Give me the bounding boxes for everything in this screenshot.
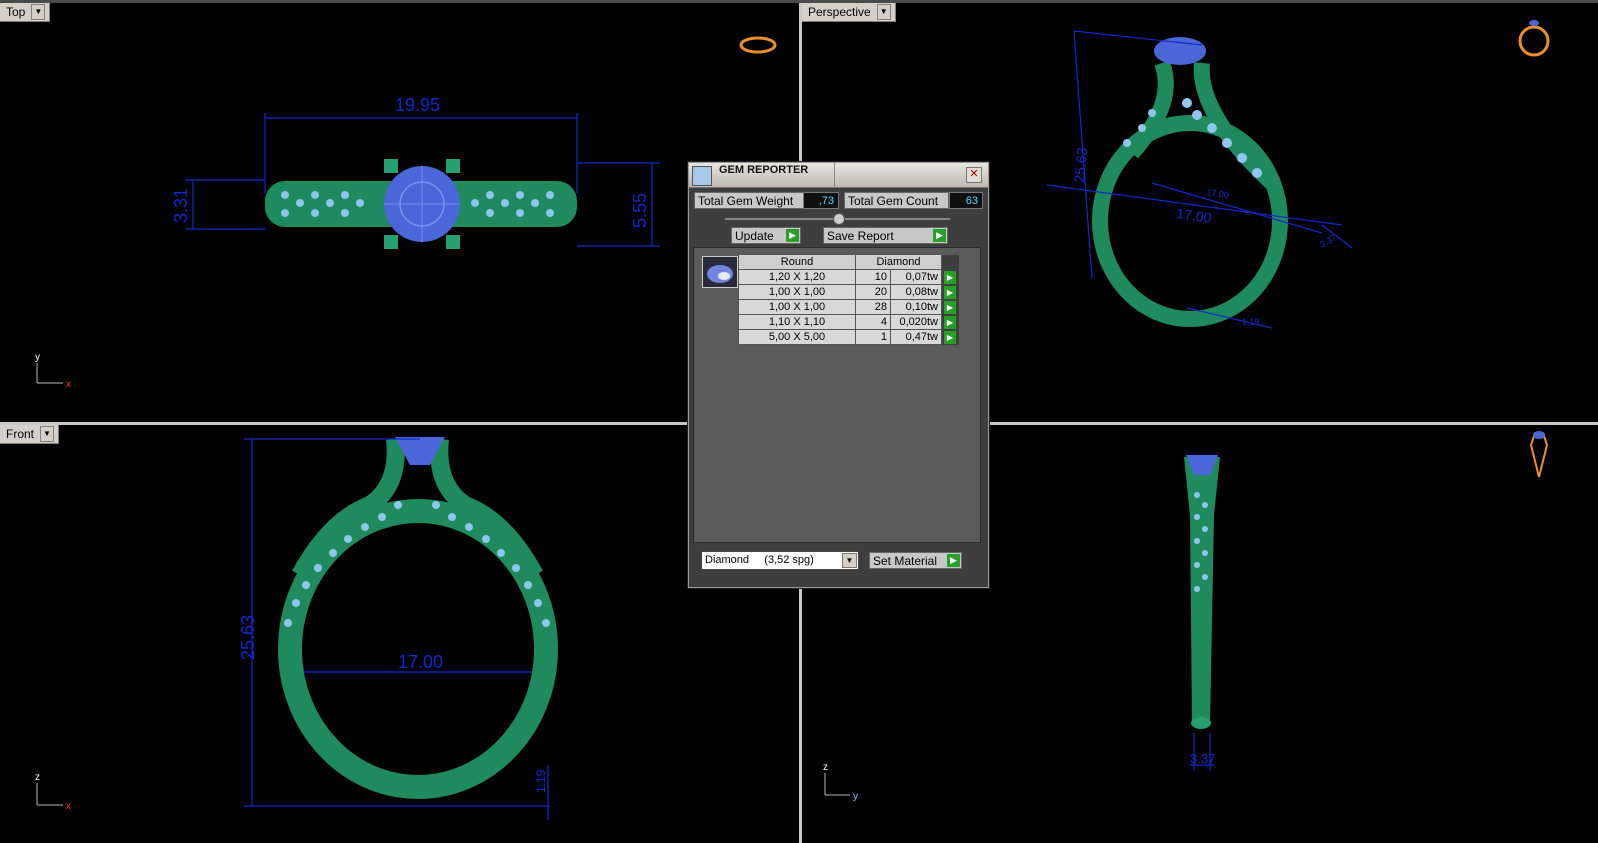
gem-count: 20	[855, 284, 891, 300]
save-report-button-label: Save Report	[827, 229, 894, 243]
material-select-value: Diamond (3,52 spg)	[705, 554, 814, 566]
dim-top-height: 5.55	[630, 193, 650, 228]
row-go-cell: ▶	[941, 314, 959, 330]
gem-weight: 0,08tw	[890, 284, 942, 300]
total-gem-weight-label: Total Gem Weight	[694, 192, 804, 209]
row-go-cell: ▶	[941, 299, 959, 315]
dim-persp-inner2: 17.00	[1206, 187, 1230, 200]
gem-weight: 0,47tw	[890, 329, 942, 345]
dim-persp-height: 25.63	[1071, 147, 1090, 184]
gem-weight: 0,020tw	[890, 314, 942, 330]
front-view-drawing: 25.63 17.00 1.19 z x	[35, 437, 558, 820]
dim-persp-base: 1.19	[1242, 317, 1260, 327]
dim-top-width: 19.95	[395, 95, 440, 115]
gem-size: 1,10 X 1,10	[738, 314, 856, 330]
table-header-row: Round Diamond	[738, 254, 959, 270]
viewport-top-name: Top	[6, 5, 26, 19]
gem-weight: 0,07tw	[890, 269, 942, 285]
play-arrow-icon[interactable]: ▶	[944, 285, 956, 299]
gem-weight: 0,10tw	[890, 299, 942, 315]
viewport-perspective-label[interactable]: Perspective ▼	[802, 3, 896, 22]
viewport-top[interactable]: 19.95 3.31 5.55 y x Top ▼	[0, 3, 799, 422]
table-row[interactable]: 1,20 X 1,20 10 0,07tw ▶	[738, 269, 959, 285]
panel-slider-handle[interactable]	[833, 213, 845, 225]
axis-y-label: y	[35, 352, 40, 363]
table-row[interactable]: 1,00 X 1,00 20 0,08tw ▶	[738, 284, 959, 300]
gem-table: Round Diamond 1,20 X 1,20 10 0,07tw ▶ 1,…	[738, 254, 959, 345]
dialog-titlebar[interactable]: GEM REPORTER ✕	[689, 163, 988, 188]
row-go-cell: ▶	[941, 269, 959, 285]
header-shape: Round	[738, 254, 856, 270]
gem-reporter-dialog: GEM REPORTER ✕ Total Gem Weight ,73 Tota…	[688, 162, 989, 588]
play-arrow-icon: ▶	[947, 554, 960, 567]
dim-front-height: 25.63	[238, 615, 258, 660]
table-row[interactable]: 5,00 X 5,00 1 0,47tw ▶	[738, 329, 959, 345]
update-button[interactable]: Update ▶	[731, 227, 801, 244]
dim-front-inner: 17.00	[398, 652, 443, 672]
dim-right-width: 3.37	[1190, 751, 1215, 766]
total-gem-count-value: 63	[949, 192, 983, 209]
set-material-button[interactable]: Set Material ▶	[869, 552, 962, 569]
axis-x-label: x	[66, 801, 71, 812]
row-go-cell: ▶	[941, 329, 959, 345]
gem-count: 10	[855, 269, 891, 285]
material-select[interactable]: Diamond (3,52 spg) ▼	[701, 551, 859, 570]
dim-persp-inner: 17.00	[1176, 205, 1213, 226]
chevron-down-icon[interactable]: ▼	[31, 4, 46, 20]
gem-list-panel: Round Diamond 1,20 X 1,20 10 0,07tw ▶ 1,…	[693, 247, 981, 543]
viewport-front-name: Front	[6, 427, 35, 441]
close-icon[interactable]: ✕	[966, 167, 982, 183]
dim-front-base: 1.19	[534, 769, 548, 793]
title-divider	[834, 163, 835, 187]
top-view-drawing: 19.95 3.31 5.55 y x	[35, 36, 777, 390]
dialog-title: GEM REPORTER	[719, 164, 809, 176]
gem-count: 4	[855, 314, 891, 330]
update-button-label: Update	[735, 229, 774, 243]
play-arrow-icon[interactable]: ▶	[944, 270, 956, 284]
viewport-top-label[interactable]: Top ▼	[0, 3, 51, 22]
gem-size: 5,00 X 5,00	[738, 329, 856, 345]
table-row[interactable]: 1,10 X 1,10 4 0,020tw ▶	[738, 314, 959, 330]
round-gem-thumbnail[interactable]	[702, 256, 738, 288]
play-arrow-icon[interactable]: ▶	[944, 330, 956, 344]
play-arrow-icon[interactable]: ▶	[944, 300, 956, 314]
play-arrow-icon: ▶	[933, 229, 946, 242]
play-arrow-icon[interactable]: ▶	[944, 315, 956, 329]
gem-size: 1,00 X 1,00	[738, 299, 856, 315]
viewport-perspective-name: Perspective	[808, 5, 871, 19]
total-gem-weight-value: ,73	[803, 192, 839, 209]
chevron-down-icon[interactable]: ▼	[876, 4, 891, 20]
gem-reporter-icon	[692, 166, 712, 186]
table-row[interactable]: 1,00 X 1,00 28 0,10tw ▶	[738, 299, 959, 315]
gem-size: 1,20 X 1,20	[738, 269, 856, 285]
save-report-button[interactable]: Save Report ▶	[823, 227, 948, 244]
viewport-front-label[interactable]: Front ▼	[0, 425, 60, 444]
gem-icon	[707, 265, 733, 283]
axis-z-label: z	[35, 772, 40, 783]
chevron-down-icon[interactable]: ▼	[842, 553, 857, 568]
viewport-front[interactable]: 25.63 17.00 1.19 z x Front ▼	[0, 425, 799, 843]
axis-z-label: z	[823, 762, 828, 773]
total-gem-count-label: Total Gem Count	[844, 192, 949, 209]
row-go-cell: ▶	[941, 284, 959, 300]
set-material-button-label: Set Material	[873, 554, 938, 568]
gem-count: 1	[855, 329, 891, 345]
gem-size: 1,00 X 1,00	[738, 284, 856, 300]
dim-top-band: 3.31	[171, 188, 191, 223]
play-arrow-icon: ▶	[786, 229, 799, 242]
header-spacer	[941, 254, 959, 270]
chevron-down-icon[interactable]: ▼	[40, 426, 55, 442]
axis-x-label: x	[66, 379, 71, 390]
axis-y-label: y	[853, 791, 858, 802]
gem-count: 28	[855, 299, 891, 315]
header-material: Diamond	[855, 254, 942, 270]
